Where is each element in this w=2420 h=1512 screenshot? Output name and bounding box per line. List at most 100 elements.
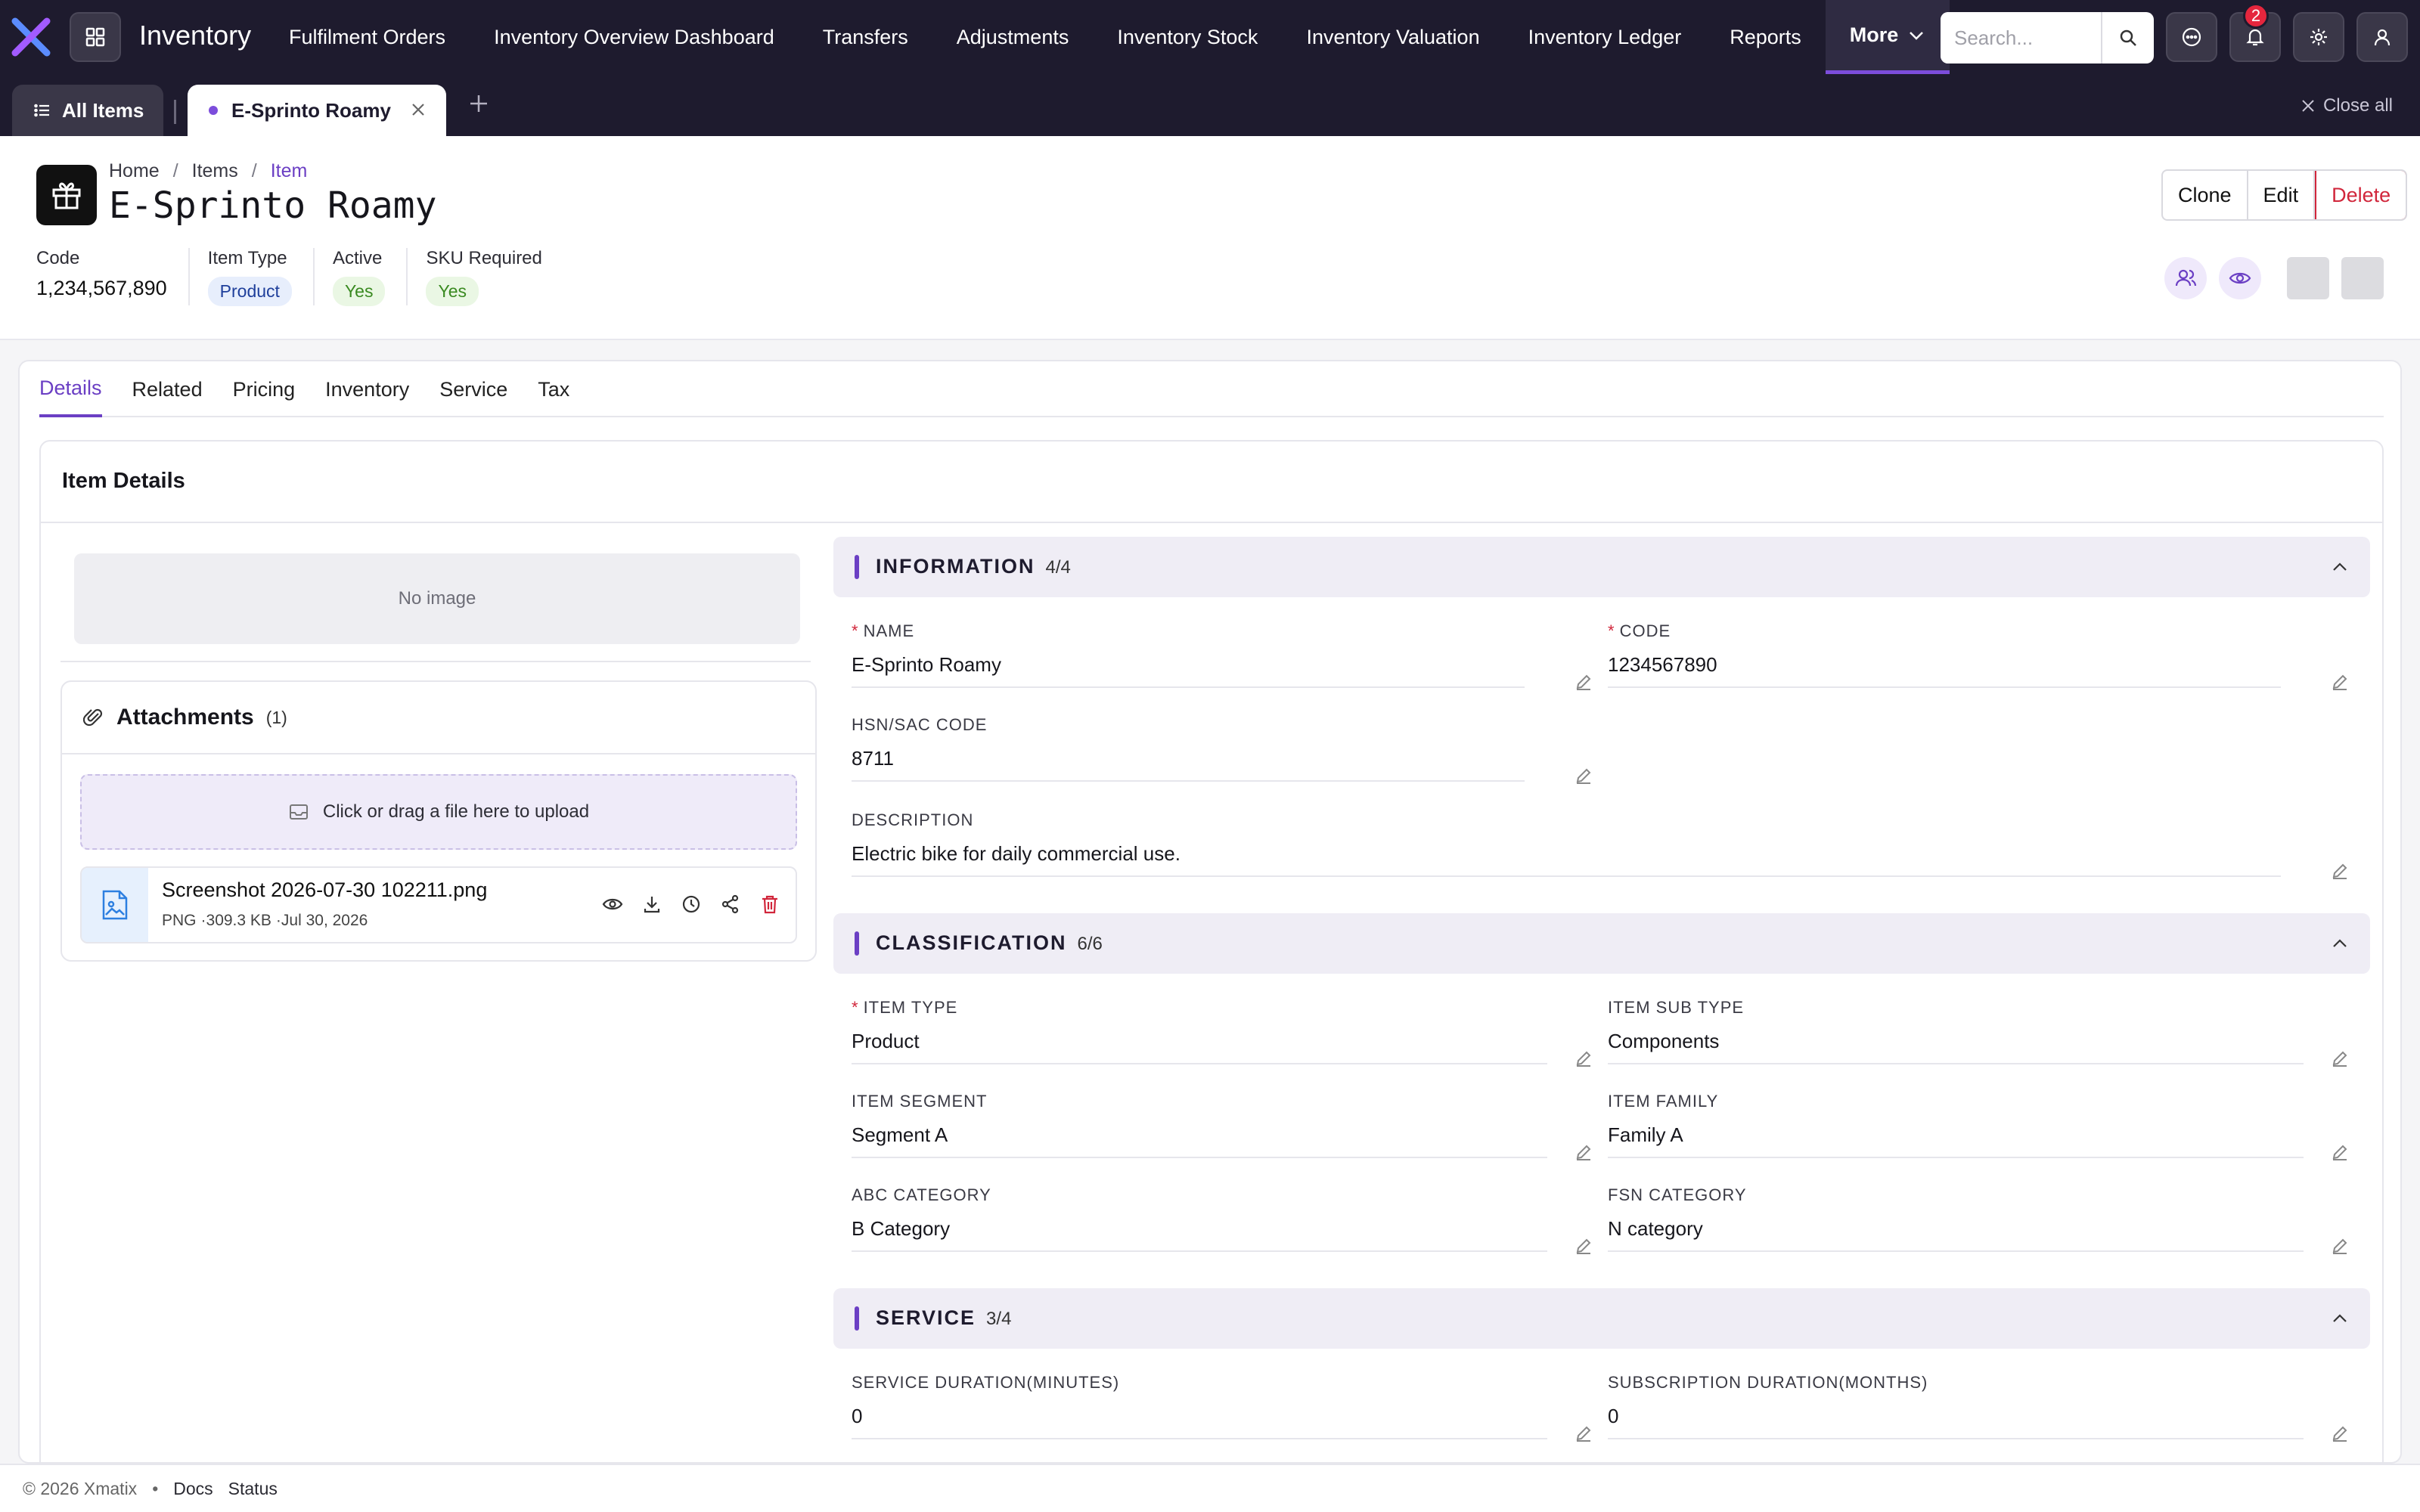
tab-inventory[interactable]: Inventory [325,361,409,417]
nav-reports[interactable]: Reports [1705,0,1826,74]
field-item-sub-type-value[interactable]: Components [1608,1030,2304,1064]
nav-fulfilment-orders[interactable]: Fulfilment Orders [265,0,470,74]
footer-status-link[interactable]: Status [228,1479,278,1499]
edit-pencil-icon[interactable] [1575,1049,1593,1067]
clone-button[interactable]: Clone [2163,171,2248,219]
edit-pencil-icon[interactable] [2331,673,2349,691]
followers-button[interactable] [2164,257,2207,299]
chevron-up-icon[interactable] [2331,1309,2349,1328]
edit-pencil-icon[interactable] [2331,862,2349,880]
nav-inventory-ledger[interactable]: Inventory Ledger [1504,0,1706,74]
edit-pencil-icon[interactable] [1575,767,1593,785]
chevron-up-icon[interactable] [2331,934,2349,953]
nav-inventory-stock[interactable]: Inventory Stock [1093,0,1282,74]
xmatix-logo-icon[interactable] [11,17,51,57]
required-marker: * [852,621,859,640]
field-subscription-duration-value[interactable]: 0 [1608,1405,2304,1439]
section-service-header[interactable]: SERVICE 3/4 [833,1288,2370,1349]
bell-icon [2246,29,2264,46]
edit-pencil-icon[interactable] [2331,1143,2349,1161]
tab-related[interactable]: Related [132,361,203,417]
placeholder-action-2[interactable] [2341,257,2384,299]
download-icon[interactable] [641,894,662,915]
attachments-header: Attachments (1) [62,682,815,754]
tab-e-sprinto-roamy[interactable]: E-Sprinto Roamy [188,85,446,136]
footer-docs-link[interactable]: Docs [173,1479,213,1499]
tab-service[interactable]: Service [439,361,507,417]
attachment-filename[interactable]: Screenshot 2026-07-30 102211.png [162,878,487,902]
field-description-value[interactable]: Electric bike for daily commercial use. [852,842,2281,877]
field-name-value[interactable]: E-Sprinto Roamy [852,653,1525,688]
edit-pencil-icon[interactable] [2331,1049,2349,1067]
field-hsn-sac-code: HSN/SAC CODE 8711 [852,715,1593,785]
breadcrumb-item: Item [270,160,308,181]
nav-transfers[interactable]: Transfers [799,0,932,74]
field-service-duration-value[interactable]: 0 [852,1405,1547,1439]
search-icon [2120,29,2136,46]
share-icon[interactable] [720,894,741,915]
edit-pencil-icon[interactable] [2331,1424,2349,1442]
field-item-segment-value[interactable]: Segment A [852,1123,1547,1158]
field-fsn-category-value[interactable]: N category [1608,1217,2304,1252]
section-accent-bar [855,555,859,579]
edit-pencil-icon[interactable] [1575,1143,1593,1161]
divider [60,661,811,662]
chevron-up-icon[interactable] [2331,558,2349,576]
paperclip-icon [83,708,103,727]
field-abc-category-value[interactable]: B Category [852,1217,1547,1252]
edit-pencil-icon[interactable] [1575,1237,1593,1255]
search-input[interactable] [1941,12,2101,64]
watch-button[interactable] [2219,257,2261,299]
close-icon [2302,100,2314,112]
page-footer: © 2026 Xmatix • Docs Status [0,1464,2420,1512]
user-profile-button[interactable] [2356,12,2408,62]
tab-tax[interactable]: Tax [538,361,569,417]
field-hsn-value[interactable]: 8711 [852,747,1525,782]
field-item-family-value[interactable]: Family A [1608,1123,2304,1158]
edit-button[interactable]: Edit [2248,171,2316,219]
field-item-type-value[interactable]: Product [852,1030,1547,1064]
tab-details[interactable]: Details [39,361,102,417]
nav-adjustments[interactable]: Adjustments [932,0,1094,74]
app-launcher-button[interactable] [70,12,121,62]
tab-pricing[interactable]: Pricing [233,361,296,417]
breadcrumb: Home / Items / Item [109,160,307,182]
close-all-button[interactable]: Close all [2301,95,2393,116]
view-eye-icon[interactable] [602,894,623,915]
settings-button[interactable] [2293,12,2344,62]
edit-pencil-icon[interactable] [1575,673,1593,691]
notifications-button[interactable]: 2 [2229,3,2281,62]
sku-required-badge: Yes [426,277,479,306]
field-code-value[interactable]: 1234567890 [1608,653,2281,688]
image-placeholder[interactable]: No image [74,553,800,644]
section-classification-header[interactable]: CLASSIFICATION 6/6 [833,913,2370,974]
upload-text: Click or drag a file here to upload [322,801,590,822]
add-tab-icon[interactable] [467,92,490,115]
edit-pencil-icon[interactable] [2331,1237,2349,1255]
close-all-label: Close all [2322,95,2393,116]
nav-more-label: More [1849,23,1899,46]
top-navigation-bar: Inventory Fulfilment Orders Inventory Ov… [0,0,2420,74]
edit-pencil-icon[interactable] [1575,1424,1593,1442]
file-upload-dropzone[interactable]: Click or drag a file here to upload [80,774,797,850]
breadcrumb-items[interactable]: Items [192,160,238,182]
active-status-badge: Yes [332,277,386,306]
placeholder-action-1[interactable] [2287,257,2329,299]
section-classification-title: CLASSIFICATION 6/6 [876,931,1103,955]
nav-more-dropdown[interactable]: More [1825,0,1950,74]
section-title-text: CLASSIFICATION [876,931,1067,954]
trash-icon[interactable] [759,894,780,915]
chat-button[interactable] [2166,12,2217,62]
history-icon[interactable] [681,894,702,915]
search-button[interactable] [2101,12,2154,64]
tab-all-items[interactable]: All Items [12,85,163,136]
delete-button[interactable]: Delete [2315,171,2406,219]
close-tab-icon[interactable] [410,101,427,118]
field-label-text: CODE [1619,621,1671,640]
breadcrumb-home[interactable]: Home [109,160,160,182]
gift-icon [52,182,81,209]
notification-count-badge: 2 [2243,3,2269,29]
nav-inventory-valuation[interactable]: Inventory Valuation [1282,0,1503,74]
nav-inventory-overview-dashboard[interactable]: Inventory Overview Dashboard [470,0,799,74]
section-information-header[interactable]: INFORMATION 4/4 [833,537,2370,597]
